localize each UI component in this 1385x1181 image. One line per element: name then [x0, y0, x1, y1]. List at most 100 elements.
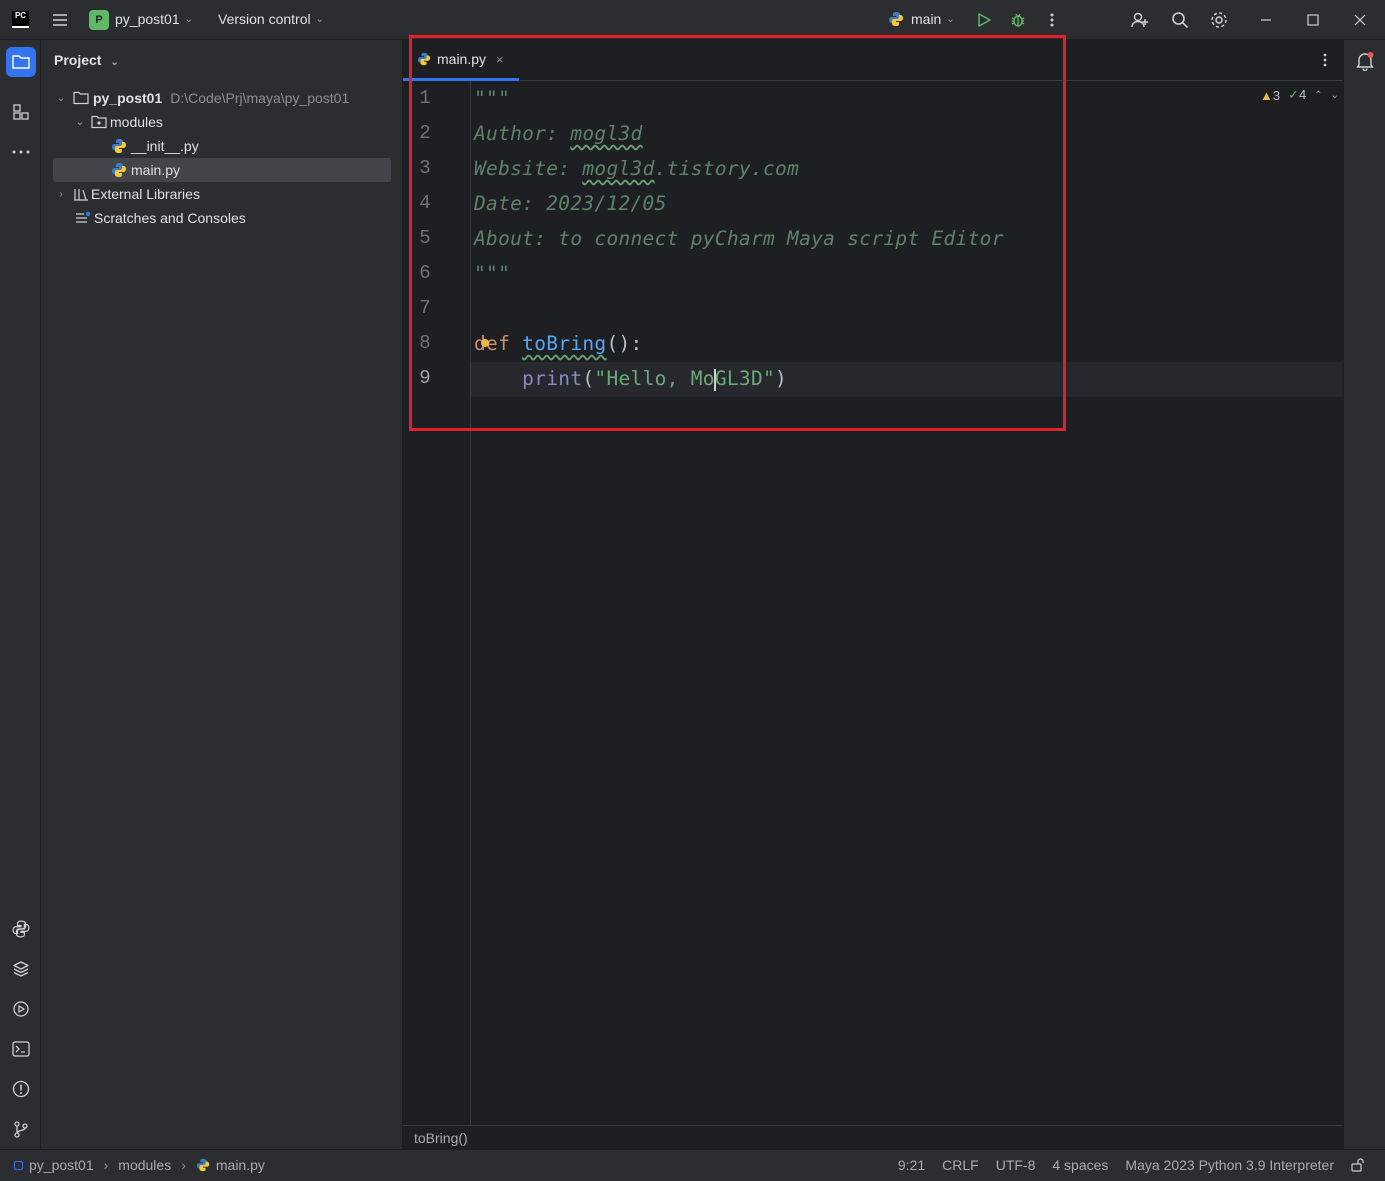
vcs-label: Version control [218, 11, 311, 27]
nav-breadcrumb: py_post01 › modules › main.py [14, 1157, 265, 1173]
code-with-me-icon[interactable] [1130, 10, 1150, 30]
chevron-down-icon: ⌄ [946, 13, 955, 25]
scratches-icon [76, 211, 91, 223]
editor-tabs: main.py × [403, 40, 1385, 81]
line-number: 5 [419, 227, 431, 249]
chevron-right-icon: › [59, 188, 63, 200]
code-breadcrumb[interactable]: toBring() [403, 1125, 1343, 1149]
breadcrumb-item[interactable]: modules [118, 1157, 171, 1173]
search-icon[interactable] [1170, 10, 1190, 30]
more-actions-icon[interactable] [1043, 11, 1061, 29]
unlock-icon[interactable] [1351, 1158, 1365, 1172]
terminal-icon[interactable] [6, 1034, 36, 1064]
settings-gear-icon[interactable] [1209, 10, 1229, 30]
tree-item-label: modules [110, 114, 163, 130]
line-separator[interactable]: CRLF [942, 1157, 979, 1173]
weak-warning-count: ✓4 [1288, 87, 1306, 103]
debug-icon[interactable] [1009, 11, 1027, 29]
code-line-4: Date: 2023/12/05 [474, 192, 667, 215]
inspection-widget[interactable]: ▲3 ✓4 ⌃ ⌄ [1260, 87, 1339, 103]
tab-main-py[interactable]: main.py × [403, 40, 519, 81]
code-token: (): [606, 332, 643, 355]
code-line-6: """ [474, 262, 511, 285]
python-packages-icon[interactable] [6, 954, 36, 984]
warning-icon: ▲ [1259, 87, 1273, 103]
code-token: Website: [474, 157, 583, 180]
tree-item-path: D:\Code\Prj\maya\py_post01 [170, 90, 350, 106]
python-icon [889, 12, 903, 26]
code-token: .tistory.com [654, 157, 800, 180]
line-number: 1 [419, 87, 431, 109]
close-window-icon[interactable] [1350, 10, 1370, 30]
code-line-3: Website: mogl3d.tistory.com [474, 157, 799, 180]
tree-item-external-libraries[interactable]: › External Libraries [53, 182, 391, 206]
breadcrumb-item[interactable]: main.py [216, 1157, 265, 1173]
line-number: 9 [419, 367, 431, 389]
code-token: GL3D" [714, 367, 776, 390]
code-token: mogl3d [570, 122, 643, 145]
more-tool-windows-icon[interactable] [6, 137, 36, 167]
tree-item-scratches[interactable]: Scratches and Consoles [75, 206, 391, 230]
main-menu-icon[interactable] [52, 12, 68, 28]
run-icon[interactable] [975, 11, 993, 29]
chevron-down-icon: ⌄ [110, 57, 119, 68]
tree-item-root[interactable]: ⌄ py_post01 D:\Code\Prj\maya\py_post01 [53, 86, 391, 110]
project-folder-icon[interactable] [6, 47, 36, 77]
status-widgets: 9:21 CRLF UTF-8 4 spaces Maya 2023 Pytho… [898, 1157, 1365, 1173]
tab-options-icon[interactable] [1317, 52, 1333, 68]
code-token: print [522, 367, 583, 390]
project-panel: Project ⌄ ⌄ py_post01 D:\Code\Prj\maya\p… [41, 40, 403, 1149]
tree-item-label: Scratches and Consoles [94, 210, 246, 226]
project-badge[interactable]: P [89, 10, 109, 30]
line-number: 7 [419, 297, 431, 319]
tree-item-init[interactable]: __init__.py [111, 134, 391, 158]
warning-count: ▲3 [1260, 88, 1280, 103]
project-selector[interactable]: py_post01 ⌄ [115, 11, 193, 27]
code-breadcrumb-item[interactable]: toBring() [414, 1130, 468, 1146]
interpreter-selector[interactable]: Maya 2023 Python 3.9 Interpreter [1125, 1157, 1334, 1173]
indent-setting[interactable]: 4 spaces [1052, 1157, 1108, 1173]
right-toolbar [1343, 40, 1385, 1149]
tree-item-label: py_post01 [93, 90, 163, 106]
tree-item-main[interactable]: main.py [53, 158, 391, 182]
project-name: py_post01 [115, 11, 180, 27]
close-tab-icon[interactable]: × [496, 52, 504, 67]
project-panel-header[interactable]: Project ⌄ [54, 52, 119, 68]
code-token: "Hello, Mo [594, 367, 715, 390]
tab-label: main.py [437, 51, 487, 67]
intention-bulb-icon[interactable] [481, 339, 489, 347]
code-token: mogl3d [582, 157, 655, 180]
breadcrumb-item[interactable]: py_post01 [29, 1157, 94, 1173]
code-line-9: print("Hello, MoGL3D") [474, 367, 787, 391]
python-console-icon[interactable] [6, 914, 36, 944]
python-file-icon [196, 1158, 209, 1172]
services-icon[interactable] [6, 994, 36, 1024]
problems-icon[interactable] [6, 1074, 36, 1104]
warning-count-value: 3 [1272, 87, 1281, 103]
chevron-down-icon[interactable]: ⌄ [1331, 90, 1339, 101]
run-config-selector[interactable]: main ⌄ [888, 11, 955, 27]
title-bar: PC P py_post01 ⌄ Version control ⌄ main … [0, 0, 1385, 40]
maximize-icon[interactable] [1303, 10, 1323, 30]
caret-position[interactable]: 9:21 [898, 1157, 925, 1173]
line-number-gutter: 1 2 3 4 5 6 7 8 9 [403, 81, 471, 1125]
code-token: ( [582, 367, 595, 390]
package-icon [91, 115, 107, 129]
chevron-down-icon: ⌄ [184, 13, 193, 25]
notifications-bell-icon[interactable] [1354, 50, 1376, 72]
vcs-menu[interactable]: Version control ⌄ [218, 11, 324, 27]
chevron-up-icon[interactable]: ⌃ [1314, 90, 1322, 101]
tree-item-label: __init__.py [131, 138, 199, 154]
code-token: def [474, 332, 511, 355]
python-file-icon [112, 139, 126, 153]
minimize-icon[interactable] [1256, 10, 1276, 30]
line-number: 2 [419, 122, 431, 144]
chevron-right-icon: › [181, 1157, 186, 1173]
git-branch-icon[interactable] [6, 1114, 36, 1144]
file-encoding[interactable]: UTF-8 [996, 1157, 1036, 1173]
python-file-icon [417, 52, 431, 66]
tree-item-modules[interactable]: ⌄ modules [72, 110, 391, 134]
structure-icon[interactable] [6, 97, 36, 127]
line-number: 6 [419, 262, 431, 284]
